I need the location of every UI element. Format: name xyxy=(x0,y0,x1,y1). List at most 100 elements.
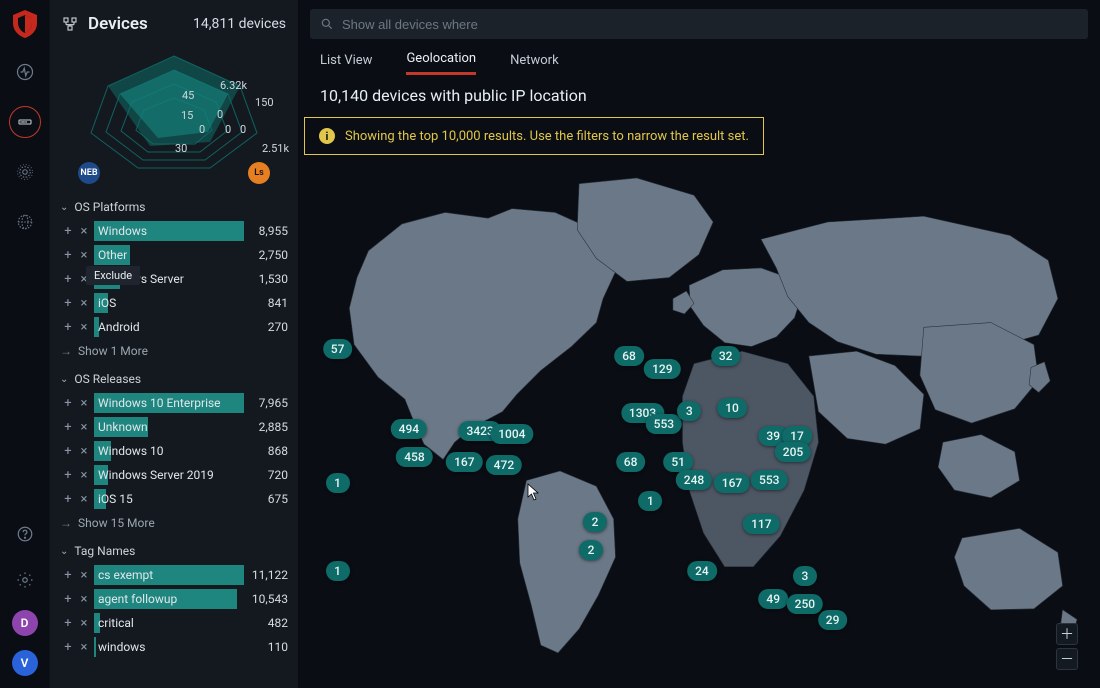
zoom-in-button[interactable]: ＋ xyxy=(1056,623,1078,645)
map-cluster[interactable]: 57 xyxy=(323,339,353,359)
include-button[interactable]: + xyxy=(60,640,76,655)
map-cluster[interactable]: 117 xyxy=(743,514,779,534)
facet-value: 720 xyxy=(244,468,288,482)
activity-icon[interactable] xyxy=(9,56,41,88)
map-cluster[interactable]: 32 xyxy=(711,346,741,366)
more-label: Show 15 More xyxy=(78,516,155,530)
exclude-button[interactable]: × xyxy=(76,444,92,459)
exclude-button[interactable]: × xyxy=(76,296,92,311)
map-cluster[interactable]: 129 xyxy=(644,359,680,379)
map-cluster[interactable]: 250 xyxy=(787,594,823,614)
map-cluster[interactable]: 248 xyxy=(676,470,712,490)
include-button[interactable]: + xyxy=(60,224,76,239)
world-map[interactable]: 5749445816734231004472112268129130355368… xyxy=(298,165,1090,682)
globe-icon[interactable] xyxy=(9,206,41,238)
facet-row: +×iOS841 xyxy=(60,292,288,314)
map-cluster[interactable]: 29 xyxy=(818,610,848,630)
include-button[interactable]: + xyxy=(60,272,76,287)
map-cluster[interactable]: 472 xyxy=(486,455,522,475)
search-input[interactable] xyxy=(342,17,1078,32)
tab-network[interactable]: Network xyxy=(510,53,559,74)
map-cluster[interactable]: 49 xyxy=(758,589,788,609)
arrow-right-icon: → xyxy=(60,516,72,530)
include-button[interactable]: + xyxy=(60,420,76,435)
map-cluster[interactable]: 167 xyxy=(446,452,482,472)
include-button[interactable]: + xyxy=(60,568,76,583)
facet-os-platforms[interactable]: ⌄OS Platforms xyxy=(60,200,288,214)
facet-value: 2,885 xyxy=(244,420,288,434)
exclude-button[interactable]: × xyxy=(76,468,92,483)
facet-label: Unknown xyxy=(98,417,148,437)
tab-geolocation[interactable]: Geolocation xyxy=(406,51,476,75)
facet-value: 2,750 xyxy=(244,248,288,262)
show-more-osr[interactable]: → Show 15 More xyxy=(60,516,288,530)
exclude-button[interactable]: × xyxy=(76,248,92,263)
map-cluster[interactable]: 553 xyxy=(751,470,787,490)
include-button[interactable]: + xyxy=(60,248,76,263)
facet-os-releases[interactable]: ⌄OS Releases xyxy=(60,372,288,386)
include-button[interactable]: + xyxy=(60,444,76,459)
map-cluster[interactable]: 205 xyxy=(775,442,811,462)
map-cluster[interactable]: 494 xyxy=(391,419,427,439)
map-cluster[interactable]: 1 xyxy=(326,561,350,581)
exclude-button[interactable]: × xyxy=(76,320,92,335)
include-button[interactable]: + xyxy=(60,492,76,507)
facet-title-label: OS Releases xyxy=(74,372,141,386)
map-cluster[interactable]: 1 xyxy=(326,473,350,493)
include-button[interactable]: + xyxy=(60,616,76,631)
facet-label: Android xyxy=(98,317,140,337)
exclude-button[interactable]: × xyxy=(76,592,92,607)
search-icon xyxy=(320,17,334,31)
devices-icon[interactable] xyxy=(9,106,41,138)
include-button[interactable]: + xyxy=(60,468,76,483)
show-more-osp[interactable]: →Show 1 More xyxy=(60,344,288,358)
search-wrap[interactable] xyxy=(310,9,1088,39)
facet-label: cs exempt xyxy=(98,565,153,585)
map-cluster[interactable]: 2 xyxy=(579,540,603,560)
include-button[interactable]: + xyxy=(60,296,76,311)
map-cluster[interactable]: 68 xyxy=(614,346,644,366)
map-cluster[interactable]: 2 xyxy=(583,512,607,532)
map-cluster[interactable]: 553 xyxy=(646,414,682,434)
radar-icon[interactable] xyxy=(9,156,41,188)
radar-chart: 6.32k 45 150 15 0 0 0 0 30 2.51k NEB Ls xyxy=(60,48,288,178)
exclude-button[interactable]: × xyxy=(76,640,92,655)
exclude-button[interactable]: × xyxy=(76,492,92,507)
facet-row: +×Windows 10 Enterprise7,965 xyxy=(60,392,288,414)
map-cluster[interactable]: 51 xyxy=(663,452,693,472)
zoom-controls: ＋ － xyxy=(1056,623,1078,670)
map-cluster[interactable]: 458 xyxy=(396,447,432,467)
radar-label: 0 xyxy=(199,123,205,136)
results-summary: 10,140 devices with public IP location xyxy=(298,78,1100,115)
help-icon[interactable] xyxy=(9,518,41,550)
exclude-button[interactable]: × xyxy=(76,396,92,411)
facet-label: Other xyxy=(98,245,127,265)
map-cluster[interactable]: 1004 xyxy=(490,424,533,444)
zoom-out-button[interactable]: － xyxy=(1056,648,1078,670)
map-cluster[interactable]: 68 xyxy=(616,452,646,472)
include-button[interactable]: + xyxy=(60,592,76,607)
radar-label: 45 xyxy=(182,89,194,102)
map-cluster[interactable]: 1 xyxy=(638,491,662,511)
facet-label: iOS xyxy=(98,293,116,313)
facet-label: critical xyxy=(98,613,134,633)
facet-label: Windows 10 xyxy=(98,441,163,461)
avatar-v[interactable]: V xyxy=(12,650,38,676)
settings-icon[interactable] xyxy=(9,564,41,596)
map-cluster[interactable]: 24 xyxy=(687,561,717,581)
map-cluster[interactable]: 167 xyxy=(714,473,750,493)
include-button[interactable]: + xyxy=(60,320,76,335)
exclude-button[interactable]: × xyxy=(76,616,92,631)
facet-tag-names[interactable]: ⌄Tag Names xyxy=(60,544,288,558)
facet-value: 10,543 xyxy=(244,592,288,606)
tab-list-view[interactable]: List View xyxy=(320,53,372,74)
map-cluster[interactable]: 3 xyxy=(677,401,701,421)
exclude-button[interactable]: × xyxy=(76,568,92,583)
exclude-button[interactable]: × xyxy=(76,224,92,239)
avatar-d[interactable]: D xyxy=(12,610,38,636)
map-cluster[interactable]: 10 xyxy=(717,398,747,418)
exclude-button[interactable]: × xyxy=(76,420,92,435)
map-cluster[interactable]: 3 xyxy=(793,566,817,586)
include-button[interactable]: + xyxy=(60,396,76,411)
tooltip: Exclude xyxy=(86,266,140,285)
